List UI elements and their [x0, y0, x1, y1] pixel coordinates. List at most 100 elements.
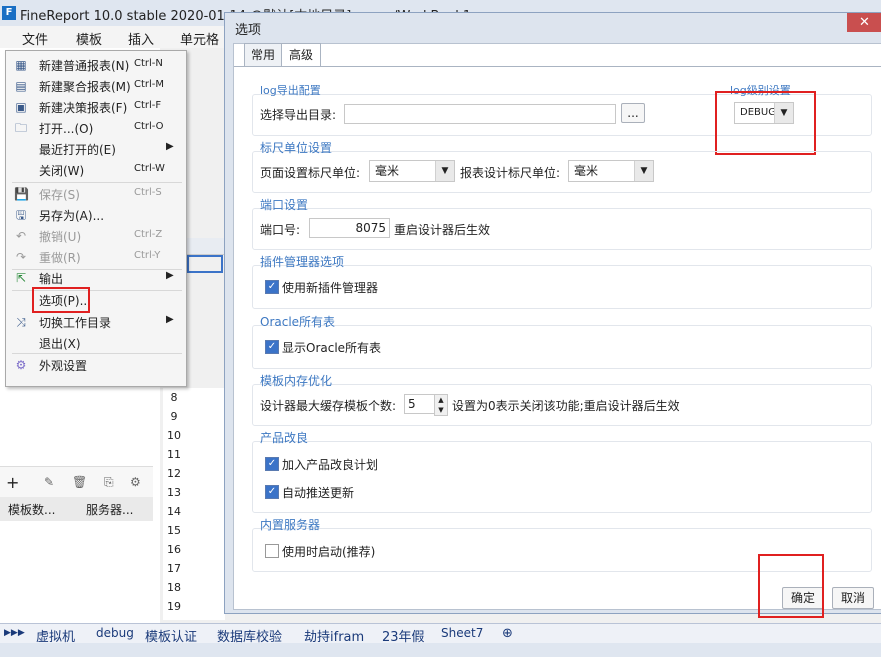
tab-advanced[interactable]: 高级 — [281, 43, 321, 66]
switch-icon: ⤨ — [16, 315, 26, 329]
menu-item-save-as[interactable]: 🖫 另存为(A)... — [6, 204, 186, 225]
menu-item-exit[interactable]: 退出(X) — [6, 332, 186, 353]
row-number: 13 — [167, 486, 181, 499]
row-number: 14 — [167, 505, 181, 518]
menu-file[interactable]: 文件 — [22, 29, 48, 48]
options-highlight-box — [32, 287, 90, 313]
sheet-nav-icon[interactable]: ▶▶▶ — [4, 628, 25, 638]
group-title-port: 端口设置 — [260, 198, 309, 212]
memory-stepper[interactable]: 5 — [404, 394, 435, 414]
menu-item-export[interactable]: ⇱ 输出 ▶ — [6, 267, 186, 288]
row-number: 11 — [167, 448, 181, 461]
selected-cell[interactable] — [187, 255, 223, 273]
auto-update-checkbox[interactable]: ✓ — [265, 485, 279, 499]
row-number: 8 — [170, 391, 178, 404]
menu-item-switch-workdir[interactable]: ⤨ 切换工作目录 ▶ — [6, 311, 186, 332]
new-aggregate-icon: ▤ — [15, 79, 27, 93]
tab-divider — [234, 66, 881, 67]
sheet-tab[interactable]: debug — [96, 626, 134, 640]
row-number: 10 — [167, 429, 181, 442]
new-decision-icon: ▣ — [15, 100, 27, 114]
stepper-arrows-icon[interactable]: ▲ ▼ — [434, 394, 448, 416]
export-icon: ⇱ — [15, 271, 27, 285]
row-number: 9 — [170, 410, 178, 423]
group-title-ruler: 标尺单位设置 — [260, 141, 333, 155]
cancel-button[interactable]: 取消 — [832, 587, 874, 609]
row-number-column: 8 9 10 11 12 13 14 15 16 17 18 19 — [163, 388, 225, 620]
menu-item-save[interactable]: 💾 保存(S) Ctrl-S — [6, 183, 186, 204]
add-icon[interactable]: + — [6, 473, 19, 492]
add-sheet-icon[interactable]: ⊕ — [502, 626, 513, 641]
dialog-body: 常用 高级 log导出配置 选择导出目录: ... log级别设置 DEBUG ▼… — [233, 43, 881, 618]
menu-item-redo[interactable]: ↷ 重做(R) Ctrl-Y — [6, 246, 186, 267]
page-ruler-select[interactable]: 毫米 ▼ — [369, 160, 455, 182]
menu-insert[interactable]: 插入 — [128, 29, 154, 48]
group-title-plugin: 插件管理器选项 — [260, 255, 345, 269]
oracle-checkbox[interactable]: ✓ — [265, 340, 279, 354]
edit-icon[interactable]: ✎ — [44, 475, 54, 489]
chevron-down-icon: ▼ — [634, 161, 653, 181]
sheet-tab[interactable]: Sheet7 — [441, 626, 483, 640]
plugin-checkbox-label: 使用新插件管理器 — [282, 281, 379, 295]
group-title-oracle: Oracle所有表 — [260, 315, 336, 329]
log-level-highlight-box — [715, 91, 816, 155]
menu-item-close[interactable]: 关闭(W) Ctrl-W — [6, 159, 186, 180]
settings-icon[interactable]: ⚙ — [130, 475, 141, 489]
menubar: 文件 模板 插入 单元格 — [0, 26, 230, 48]
group-title-improve: 产品改良 — [260, 431, 309, 445]
page-ruler-label: 页面设置标尺单位: — [260, 166, 361, 180]
group-title-server: 内置服务器 — [260, 518, 321, 532]
tab-server[interactable]: 服务器... — [86, 501, 133, 518]
left-toolstrip: + ✎ 🗑 ⎘ ⚙ — [0, 466, 153, 497]
tab-general[interactable]: 常用 — [244, 43, 282, 66]
menu-cell[interactable]: 单元格 — [180, 29, 219, 48]
file-menu: ▦ 新建普通报表(N) Ctrl-N ▤ 新建聚合报表(M) Ctrl-M ▣ 新建决策报… — [5, 50, 187, 387]
ok-highlight-box — [758, 554, 824, 618]
server-checkbox[interactable] — [265, 544, 279, 558]
menu-item-new-decision[interactable]: ▣ 新建决策报表(F) Ctrl-F — [6, 96, 186, 117]
tab-template-data[interactable]: 模板数... — [8, 501, 55, 518]
port-input[interactable]: 8075 — [309, 218, 390, 238]
export-dir-input[interactable] — [344, 104, 616, 124]
redo-icon: ↷ — [15, 250, 27, 264]
menu-template[interactable]: 模板 — [76, 29, 102, 48]
chevron-down-icon: ▼ — [435, 161, 454, 181]
plugin-checkbox[interactable]: ✓ — [265, 280, 279, 294]
group-improve — [252, 441, 872, 513]
port-note: 重启设计器后生效 — [394, 223, 491, 237]
menu-item-recent[interactable]: 最近打开的(E) ▶ — [6, 138, 186, 159]
appearance-icon: ⚙ — [15, 358, 27, 372]
row-number: 19 — [167, 600, 181, 613]
browse-button[interactable]: ... — [621, 103, 645, 123]
app-logo-icon: F — [2, 6, 16, 20]
improve-checkbox-label: 加入产品改良计划 — [282, 458, 379, 472]
save-icon: 💾 — [14, 187, 29, 201]
preview-icon[interactable]: ⎘ — [104, 475, 114, 490]
auto-update-checkbox-label: 自动推送更新 — [282, 486, 355, 500]
delete-icon[interactable]: 🗑 — [72, 475, 87, 489]
menu-item-new-aggregate[interactable]: ▤ 新建聚合报表(M) Ctrl-M — [6, 75, 186, 96]
sheet-tabs: ▶▶▶ 虚拟机 debug 模板认证 数据库校验 劫持ifram 23年假 Sh… — [0, 623, 881, 645]
group-title-memory: 模板内存优化 — [260, 374, 333, 388]
submenu-arrow-icon: ▶ — [166, 141, 174, 152]
menu-item-open[interactable]: 🗀 打开...(O) Ctrl-O — [6, 117, 186, 138]
new-report-icon: ▦ — [15, 58, 27, 72]
save-as-icon: 🖫 — [15, 208, 27, 222]
submenu-arrow-icon: ▶ — [166, 270, 174, 281]
menu-item-new-report[interactable]: ▦ 新建普通报表(N) Ctrl-N — [6, 54, 186, 75]
row-number: 12 — [167, 467, 181, 480]
close-button[interactable]: ✕ — [847, 13, 881, 32]
row-number: 16 — [167, 543, 181, 556]
design-ruler-select[interactable]: 毫米 ▼ — [568, 160, 654, 182]
menu-item-appearance[interactable]: ⚙ 外观设置 — [6, 354, 186, 375]
server-checkbox-label: 使用时启动(推荐) — [282, 545, 376, 559]
left-tabs: 模板数... 服务器... — [0, 497, 153, 521]
port-label: 端口号: — [260, 223, 301, 237]
row-number: 18 — [167, 581, 181, 594]
design-ruler-label: 报表设计标尺单位: — [460, 166, 561, 180]
status-bar — [0, 643, 881, 657]
menu-item-undo[interactable]: ↶ 撤销(U) Ctrl-Z — [6, 225, 186, 246]
dialog-title: 选项 — [235, 23, 262, 38]
options-dialog: 选项 ✕ 常用 高级 log导出配置 选择导出目录: ... log级别设置 D… — [224, 12, 881, 618]
improve-checkbox[interactable]: ✓ — [265, 457, 279, 471]
